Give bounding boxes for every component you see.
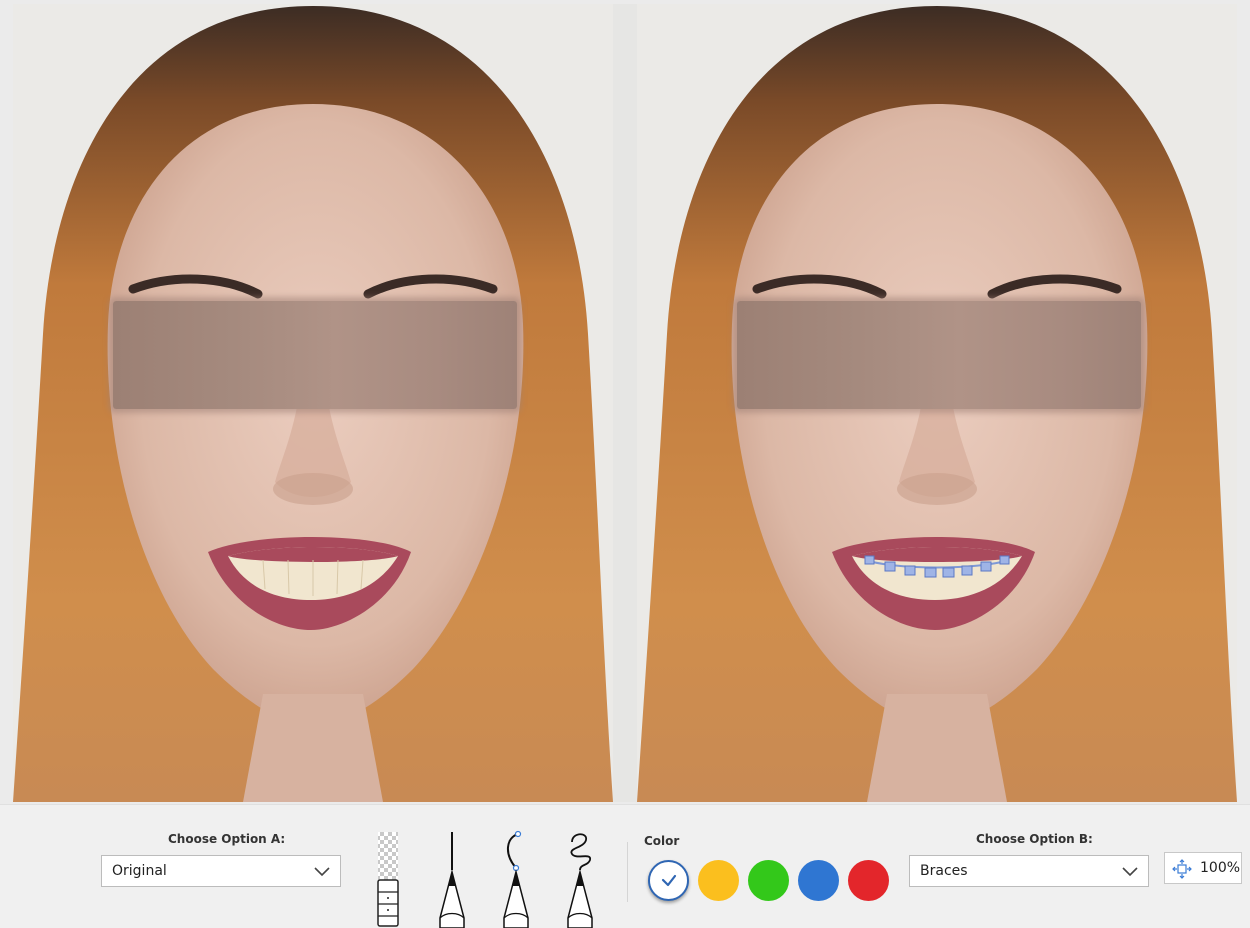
eye-censor-bar	[113, 301, 517, 409]
color-swatch-white[interactable]	[648, 860, 689, 901]
panel-divider	[613, 4, 637, 802]
checkmark-icon	[661, 874, 677, 887]
image-panel-a	[13, 4, 613, 802]
color-swatch-red[interactable]	[848, 860, 889, 901]
zoom-button[interactable]: 100%	[1164, 852, 1242, 884]
eraser-icon[interactable]	[368, 828, 408, 928]
zoom-value: 100%	[1200, 860, 1241, 876]
fit-screen-icon	[1172, 859, 1192, 879]
color-swatch-yellow[interactable]	[698, 860, 739, 901]
image-panel-b	[637, 4, 1237, 802]
smile-editor: Choose Option A: Original Color Choose O…	[0, 0, 1250, 928]
chevron-down-icon	[1122, 867, 1138, 877]
option-b-label: Choose Option B:	[976, 832, 1093, 846]
pencil-freehand-icon[interactable]	[560, 828, 600, 928]
option-a-label: Choose Option A:	[168, 832, 286, 846]
color-swatch-green[interactable]	[748, 860, 789, 901]
pencil-line-icon[interactable]	[432, 828, 472, 928]
pencil-curve-icon[interactable]	[496, 828, 536, 928]
option-b-value: Braces	[920, 863, 968, 879]
option-b-select[interactable]: Braces	[909, 855, 1149, 887]
option-a-value: Original	[112, 863, 167, 879]
chevron-down-icon	[314, 867, 330, 877]
toolbar-separator	[627, 842, 628, 902]
eye-censor-bar	[737, 301, 1141, 409]
option-a-select[interactable]: Original	[101, 855, 341, 887]
color-label: Color	[644, 834, 680, 848]
color-swatch-blue[interactable]	[798, 860, 839, 901]
